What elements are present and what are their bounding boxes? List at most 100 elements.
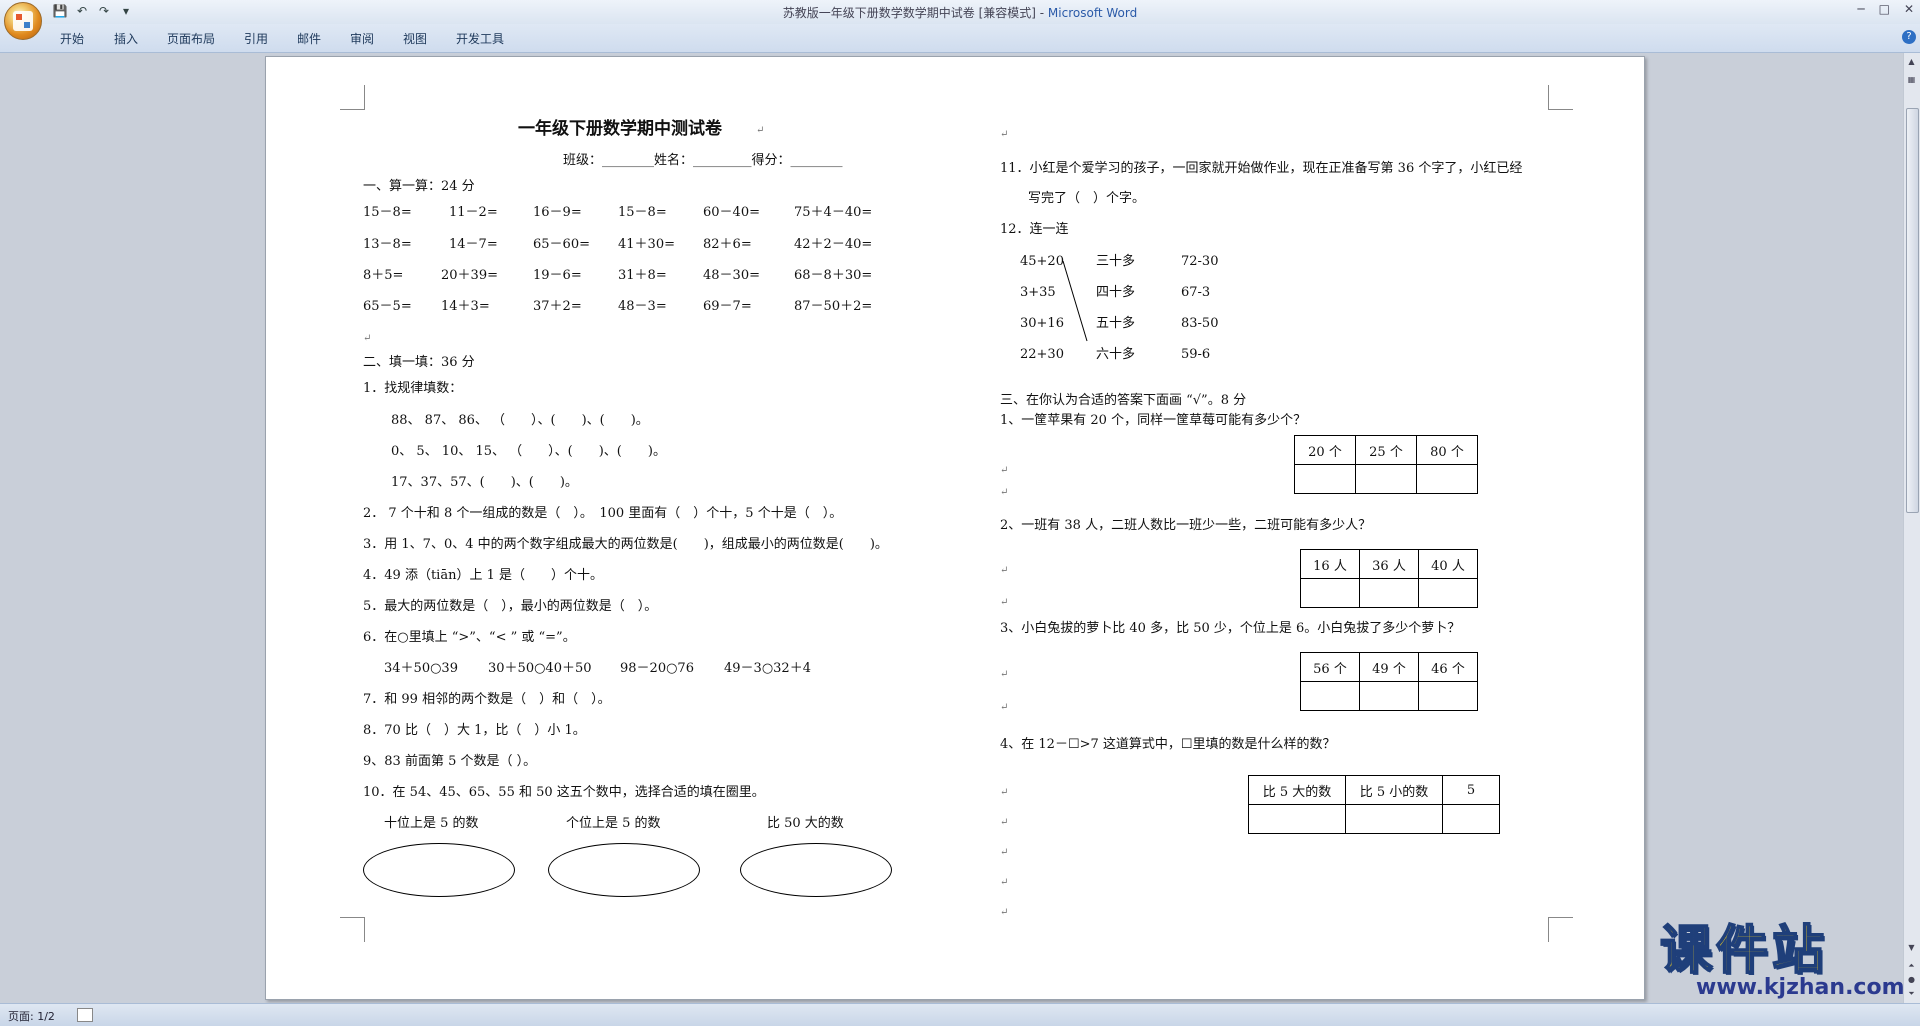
close-icon[interactable]: ✕ — [1904, 2, 1914, 16]
match-mid-4[interactable]: 六十多 — [1096, 347, 1135, 363]
crop-mark — [340, 917, 365, 942]
paragraph-mark: ↵ — [1000, 817, 1009, 828]
document-title: 苏教版一年级下册数学数学期中试卷 [兼容模式] - — [782, 6, 1048, 20]
answer-cell[interactable] — [1355, 464, 1417, 494]
crop-mark — [340, 85, 365, 110]
match-connector-line — [1062, 260, 1088, 342]
calc-row-1-c2: 11－2= — [449, 205, 498, 220]
paragraph-mark: ↵ — [1000, 847, 1009, 858]
answer-circle-3[interactable] — [740, 843, 892, 897]
scroll-up-icon[interactable]: ▲ — [1906, 57, 1917, 69]
watermark-logo: 课件站 www.kjzhan.com — [1659, 921, 1905, 1000]
calc-row-3-c2: 20＋39= — [441, 268, 498, 283]
paragraph-mark: ↵ — [1000, 129, 1009, 140]
match-left-1[interactable]: 45+20 — [1020, 254, 1064, 270]
match-right-4[interactable]: 59-6 — [1181, 347, 1210, 363]
match-right-2[interactable]: 67-3 — [1181, 285, 1210, 301]
tab-page-layout[interactable]: 页面布局 — [167, 30, 215, 47]
crop-mark — [1548, 917, 1573, 942]
scroll-down-icon[interactable]: ▼ — [1906, 943, 1917, 955]
tab-home[interactable]: 开始 — [60, 30, 84, 47]
answer-cell[interactable] — [1418, 578, 1478, 608]
tab-view[interactable]: 视图 — [403, 30, 427, 47]
calc-row-2-c4: 41＋30= — [618, 237, 675, 252]
answer-cell[interactable] — [1359, 681, 1419, 711]
calc-row-1-c5: 60－40= — [703, 205, 760, 220]
window-title: 苏教版一年级下册数学数学期中试卷 [兼容模式] - Microsoft Word — [0, 4, 1920, 21]
tab-mailings[interactable]: 邮件 — [297, 30, 321, 47]
s3-q2-text: 2、一班有 38 人，二班人数比一班少一些，二班可能有多少人？ — [1000, 518, 1372, 533]
tab-review[interactable]: 审阅 — [350, 30, 374, 47]
select-browse-object-icon[interactable]: ● — [1906, 975, 1917, 987]
calc-row-4-c2: 14＋3= — [441, 299, 490, 314]
calc-row-1-c1: 15－8= — [363, 205, 412, 220]
match-mid-2[interactable]: 四十多 — [1096, 285, 1135, 301]
calc-row-4-c4: 48－3= — [618, 299, 667, 314]
calc-row-3-c4: 31＋8= — [618, 268, 667, 283]
q12-text: 12．连一连 — [1000, 222, 1069, 237]
watermark-text: 课件站 — [1659, 921, 1829, 981]
calc-row-1-c6: 75＋4－40= — [794, 205, 873, 220]
answer-table-4: 比 5 大的数比 5 小的数 5 — [1248, 775, 1500, 834]
match-right-3[interactable]: 83-50 — [1181, 316, 1218, 332]
answer-cell[interactable] — [1248, 804, 1346, 834]
q10-label-2: 个位上是 5 的数 — [566, 816, 661, 831]
calc-row-4-c5: 69－7= — [703, 299, 752, 314]
paragraph-mark: ↵ — [1000, 565, 1009, 576]
q10-label-1: 十位上是 5 的数 — [384, 816, 479, 831]
calc-row-4-c3: 37＋2= — [533, 299, 582, 314]
office-button[interactable] — [4, 2, 42, 40]
answer-cell[interactable] — [1300, 578, 1360, 608]
answer-table-1: 20 个 25 个 80 个 — [1294, 435, 1478, 494]
exam-title: 一年级下册数学期中测试卷 — [518, 119, 722, 139]
document-page[interactable]: 一年级下册数学期中测试卷 ↵ 班级：________姓名：_________得分… — [265, 56, 1645, 1000]
answer-cell[interactable] — [1345, 804, 1443, 834]
answer-cell[interactable] — [1294, 464, 1356, 494]
previous-page-icon[interactable]: ⏶ — [1906, 961, 1917, 973]
tab-insert[interactable]: 插入 — [114, 30, 138, 47]
answer-cell[interactable] — [1442, 804, 1500, 834]
match-left-3[interactable]: 30+16 — [1020, 316, 1064, 332]
watermark-url: www.kjzhan.com — [1696, 975, 1905, 1000]
match-right-1[interactable]: 72-30 — [1181, 254, 1218, 270]
calc-row-3-c6: 68－8＋30= — [794, 268, 873, 283]
calc-row-3-c3: 19－6= — [533, 268, 582, 283]
student-info-line[interactable]: 班级：________姓名：_________得分：________ — [563, 153, 843, 169]
answer-cell[interactable] — [1359, 578, 1419, 608]
answer-cell[interactable] — [1418, 681, 1478, 711]
q1c-text: 17、37、57、( )、( )。 — [391, 475, 578, 490]
ruler-toggle-icon[interactable]: ▦ — [1906, 75, 1917, 87]
option-cell: 56 个 — [1300, 652, 1360, 682]
paragraph-mark: ↵ — [1000, 669, 1009, 680]
q6-item-1: 34＋50○39 — [384, 661, 458, 676]
paragraph-mark: ↵ — [1000, 907, 1009, 918]
section-3-title: 三、在你认为合适的答案下面画 “√”。8 分 — [1000, 393, 1247, 408]
option-cell: 49 个 — [1359, 652, 1419, 682]
q6-item-3: 98－20○76 — [620, 661, 694, 676]
minimize-icon[interactable]: ─ — [1857, 2, 1864, 16]
paragraph-mark: ↵ — [1000, 597, 1009, 608]
option-cell: 40 人 — [1418, 549, 1478, 579]
answer-circle-2[interactable] — [548, 843, 700, 897]
match-mid-3[interactable]: 五十多 — [1096, 316, 1135, 332]
proofing-icon[interactable] — [77, 1008, 93, 1022]
scroll-thumb[interactable] — [1906, 108, 1919, 513]
option-cell: 比 5 小的数 — [1345, 775, 1443, 805]
next-page-icon[interactable]: ⏷ — [1906, 989, 1917, 1001]
help-icon[interactable]: ? — [1902, 30, 1916, 44]
match-mid-1[interactable]: 三十多 — [1096, 254, 1135, 270]
q7-text: 7．和 99 相邻的两个数是（ ）和（ ）。 — [363, 692, 611, 707]
maximize-icon[interactable]: □ — [1879, 2, 1890, 16]
page-indicator[interactable]: 页面: 1/2 — [8, 1008, 55, 1024]
answer-cell[interactable] — [1416, 464, 1478, 494]
vertical-scrollbar[interactable]: ▲ ▦ ▼ ⏶ ● ⏷ — [1903, 53, 1920, 1003]
q6-item-2: 30＋50○40＋50 — [488, 661, 592, 676]
tab-developer[interactable]: 开发工具 — [456, 30, 504, 47]
tab-references[interactable]: 引用 — [244, 30, 268, 47]
q8-text: 8．70 比（ ）大 1，比（ ）小 1。 — [363, 723, 586, 738]
match-left-2[interactable]: 3+35 — [1020, 285, 1056, 301]
answer-cell[interactable] — [1300, 681, 1360, 711]
q3-text: 3．用 1、7、0、4 中的两个数字组成最大的两位数是( )，组成最小的两位数是… — [363, 537, 888, 552]
match-left-4[interactable]: 22+30 — [1020, 347, 1064, 363]
answer-circle-1[interactable] — [363, 843, 515, 897]
